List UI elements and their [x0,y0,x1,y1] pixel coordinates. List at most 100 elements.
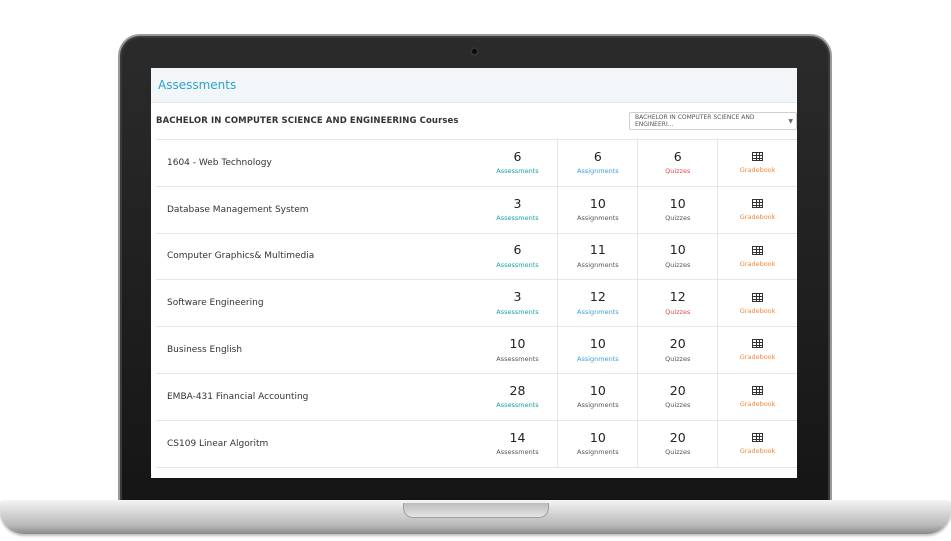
quizzes-link[interactable]: Quizzes [665,168,690,175]
assessments-link[interactable]: Assessments [496,449,538,456]
quizzes-link[interactable]: Quizzes [665,356,690,363]
table-icon [752,198,764,208]
assessments-link[interactable]: Assessments [496,356,538,363]
assessments-count: 14 [509,429,526,445]
assessments-count: 3 [513,289,522,305]
quizzes-link[interactable]: Quizzes [665,309,690,316]
program-select[interactable]: BACHELOR IN COMPUTER SCIENCE AND ENGINEE… [629,112,797,130]
assessments-link[interactable]: Assessments [496,309,538,316]
assessments-count: 28 [509,382,526,398]
course-row: Database Management System 3 Assessments 10… [156,186,797,234]
page-title: Assessments [158,78,237,92]
table-icon [752,245,764,255]
assignments-stat[interactable]: 11 Assignments [557,233,637,280]
course-name[interactable]: CS109 Linear Algoritm [156,421,478,467]
assignments-stat[interactable]: 10 Assignments [557,420,637,467]
assessments-stat[interactable]: 3 Assessments [478,187,558,233]
quizzes-stat[interactable]: 6 Quizzes [637,140,717,186]
gradebook-button[interactable]: Gradebook [717,373,797,420]
quizzes-count: 10 [669,195,686,211]
assessments-stat[interactable]: 28 Assessments [478,374,558,420]
quizzes-link[interactable]: Quizzes [665,215,690,222]
course-row: EMBA-431 Financial Accounting 28 Assessmen… [156,373,797,421]
assignments-stat[interactable]: 10 Assignments [557,327,637,373]
course-table: 1604 - Web Technology 6 Assessments 6 Assign… [156,139,797,468]
table-icon [752,386,764,396]
course-row: Business English 10 Assessments 10 Assignmen… [156,327,797,374]
assignments-link[interactable]: Assignments [577,168,619,175]
course-name[interactable]: Business English [156,327,478,373]
assignments-link[interactable]: Assignments [577,402,619,409]
gradebook-button[interactable]: Gradebook [717,140,797,186]
course-row: CS109 Linear Algoritm 14 Assessments 10 Assi… [156,420,797,468]
assessments-stat[interactable]: 6 Assessments [478,234,558,280]
quizzes-count: 20 [669,336,686,352]
quizzes-count: 20 [669,382,686,398]
gradebook-button[interactable]: Gradebook [717,280,797,327]
quizzes-count: 12 [669,289,686,305]
quizzes-stat[interactable]: 20 Quizzes [637,327,717,373]
quizzes-link[interactable]: Quizzes [665,449,690,456]
assessments-link[interactable]: Assessments [496,215,538,222]
assessments-stat[interactable]: 6 Assessments [478,140,558,186]
gradebook-button[interactable]: Gradebook [717,186,797,233]
table-icon [752,152,764,162]
laptop-notch [403,503,549,518]
course-name[interactable]: Computer Graphics& Multimedia [156,234,478,280]
assignments-count: 12 [589,289,606,305]
program-courses-title: BACHELOR IN COMPUTER SCIENCE AND ENGINEE… [156,116,459,126]
assignments-stat[interactable]: 10 Assignments [557,373,637,420]
gradebook-link[interactable]: Gradebook [740,308,776,315]
assignments-count: 11 [589,242,606,258]
assessments-stat[interactable]: 10 Assessments [478,327,558,373]
assessments-count: 3 [513,195,522,211]
course-name[interactable]: EMBA-431 Financial Accounting [156,374,478,420]
course-row: 1604 - Web Technology 6 Assessments 6 Assign… [156,140,797,187]
quizzes-stat[interactable]: 10 Quizzes [637,186,717,233]
quizzes-stat[interactable]: 12 Quizzes [637,280,717,327]
gradebook-link[interactable]: Gradebook [740,214,776,221]
assignments-link[interactable]: Assignments [577,262,619,269]
assignments-stat[interactable]: 12 Assignments [557,280,637,327]
quizzes-stat[interactable]: 20 Quizzes [637,373,717,420]
quizzes-count: 10 [669,242,686,258]
course-name[interactable]: Software Engineering [156,280,478,326]
assessments-stat[interactable]: 3 Assessments [478,280,558,326]
program-select-value: BACHELOR IN COMPUTER SCIENCE AND ENGINEE… [635,114,755,128]
gradebook-link[interactable]: Gradebook [740,261,776,268]
camera-icon [470,47,479,56]
assessments-link[interactable]: Assessments [496,262,538,269]
gradebook-button[interactable]: Gradebook [717,327,797,373]
assessments-link[interactable]: Assessments [496,402,538,409]
quizzes-count: 6 [673,148,682,164]
quizzes-count: 20 [669,429,686,445]
assignments-count: 10 [589,429,606,445]
course-row: Software Engineering 3 Assessments 12 Assign… [156,280,797,328]
table-icon [752,432,764,442]
gradebook-link[interactable]: Gradebook [740,448,776,455]
course-name[interactable]: Database Management System [156,187,478,233]
table-icon [752,339,764,349]
quizzes-link[interactable]: Quizzes [665,402,690,409]
assignments-stat[interactable]: 10 Assignments [557,186,637,233]
quizzes-link[interactable]: Quizzes [665,262,690,269]
table-icon [752,292,764,302]
gradebook-button[interactable]: Gradebook [717,420,797,467]
assignments-link[interactable]: Assignments [577,309,619,316]
assessments-count: 10 [509,336,526,352]
quizzes-stat[interactable]: 20 Quizzes [637,420,717,467]
gradebook-link[interactable]: Gradebook [740,354,776,361]
gradebook-button[interactable]: Gradebook [717,233,797,280]
assessments-link[interactable]: Assessments [496,168,538,175]
assignments-link[interactable]: Assignments [577,449,619,456]
gradebook-link[interactable]: Gradebook [740,401,776,408]
assessments-stat[interactable]: 14 Assessments [478,421,558,467]
assessments-count: 6 [513,148,522,164]
course-name[interactable]: 1604 - Web Technology [156,140,478,186]
assignments-stat[interactable]: 6 Assignments [557,140,637,186]
assignments-link[interactable]: Assignments [577,356,619,363]
assignments-count: 6 [593,148,602,164]
gradebook-link[interactable]: Gradebook [740,167,776,174]
quizzes-stat[interactable]: 10 Quizzes [637,233,717,280]
assignments-link[interactable]: Assignments [577,215,619,222]
